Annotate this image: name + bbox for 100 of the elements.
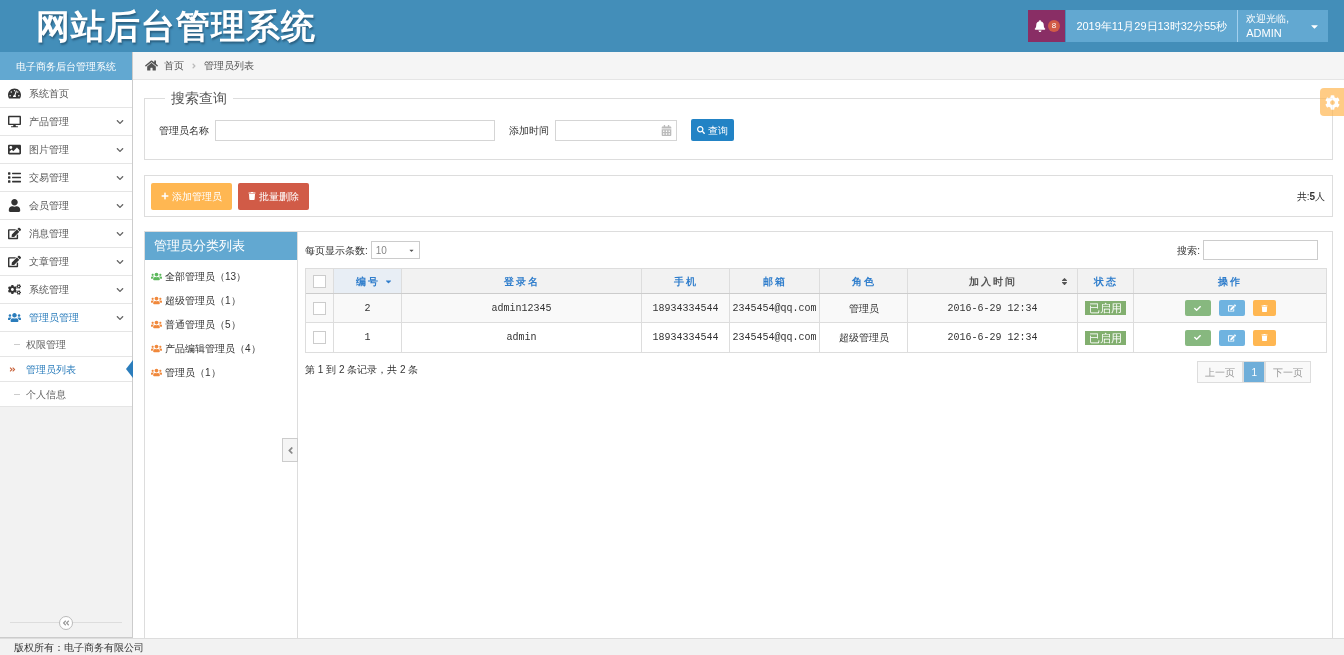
field-label: 添加时间 — [509, 123, 549, 138]
date-field[interactable] — [555, 119, 677, 141]
image-icon — [8, 143, 21, 156]
chevron-icon — [116, 285, 124, 294]
plus-icon — [161, 192, 169, 200]
table-cell: 2 — [334, 294, 402, 322]
text-field[interactable] — [215, 119, 495, 141]
submenu-item[interactable]: 管理员列表 — [0, 357, 132, 382]
checkbox[interactable] — [313, 274, 326, 288]
column-header[interactable]: 加入时间 — [908, 269, 1078, 293]
table-cell: 超级管理员 — [820, 323, 908, 352]
chevron-icon — [116, 117, 124, 126]
sidebar-item[interactable]: 交易管理 — [0, 164, 132, 192]
category-header: 管理员分类列表 — [145, 232, 297, 260]
column-header[interactable]: 操作 — [1134, 269, 1326, 293]
category-item[interactable]: 管理员（1） — [145, 360, 297, 384]
column-header[interactable]: 手机 — [642, 269, 730, 293]
column-header[interactable]: 邮箱 — [730, 269, 820, 293]
edit-button[interactable] — [1218, 300, 1245, 316]
bell-icon — [1033, 20, 1046, 32]
column-header[interactable]: 状态 — [1078, 269, 1134, 293]
current-datetime: 2019年11月29日13时32分55秒 — [1066, 10, 1238, 42]
category-item[interactable]: 超级管理员（1） — [145, 288, 297, 312]
separator-icon — [190, 61, 198, 70]
notification-button[interactable]: 8 — [1028, 10, 1066, 42]
breadcrumb-link[interactable]: 管理员列表 — [204, 58, 254, 73]
trash-icon — [248, 192, 256, 200]
table-search-field[interactable] — [1203, 240, 1318, 260]
table-cell: 2016-6-29 12:34 — [908, 323, 1078, 352]
category-item[interactable]: 普通管理员（5） — [145, 312, 297, 336]
sidebar-item[interactable]: 系统首页 — [0, 80, 132, 108]
table-cell: 2345454@qq.com — [730, 294, 820, 322]
field-label: 管理员名称 — [159, 123, 209, 138]
sidebar-item[interactable]: 会员管理 — [0, 192, 132, 220]
table-cell: 2016-6-29 12:34 — [908, 294, 1078, 322]
user-icon — [8, 199, 21, 212]
chevron-icon — [116, 201, 124, 210]
trash-icon — [1260, 334, 1268, 341]
breadcrumb-link[interactable]: 首页 — [164, 58, 184, 73]
sidebar-item[interactable]: 文章管理 — [0, 248, 132, 276]
edit-icon — [1227, 333, 1236, 342]
edit-icon — [8, 227, 21, 240]
user-name: ADMIN — [1246, 26, 1283, 40]
page-size-select[interactable]: 10 — [370, 241, 420, 259]
collapse-sidebar-button[interactable] — [59, 615, 73, 630]
sidebar-item[interactable]: 产品管理 — [0, 108, 132, 136]
total-count: 共:5人 — [1296, 189, 1325, 204]
home-icon — [145, 59, 158, 72]
edit-button[interactable] — [1218, 329, 1245, 346]
sort-icon — [1060, 276, 1069, 286]
sidebar-item[interactable]: 消息管理 — [0, 220, 132, 248]
submenu-item[interactable]: 个人信息 — [0, 382, 132, 407]
enable-button[interactable] — [1184, 300, 1211, 316]
delete-button[interactable] — [1252, 300, 1276, 316]
gears-icon — [8, 283, 21, 296]
table-cell: 18934334544 — [642, 323, 730, 352]
users-icon — [8, 311, 21, 324]
delete-button[interactable] — [1252, 329, 1276, 346]
category-item[interactable]: 产品编辑管理员（4） — [145, 336, 297, 360]
site-title: 网站后台管理系统 — [36, 4, 316, 48]
sidebar-item[interactable]: 管理员管理 — [0, 304, 132, 332]
category-item[interactable]: 全部管理员（13） — [145, 264, 297, 288]
calendar-icon — [661, 124, 672, 136]
search-label: 搜索: — [1177, 243, 1200, 258]
page-size-label: 每页显示条数: — [305, 243, 368, 258]
chevron-icon — [116, 229, 124, 238]
enable-button[interactable] — [1184, 329, 1211, 346]
chevron-icon — [116, 145, 124, 154]
sidebar-item[interactable]: 系统管理 — [0, 276, 132, 304]
trash-icon — [1260, 304, 1268, 312]
settings-icon — [1324, 94, 1340, 110]
status-badge: 已启用 — [1085, 301, 1126, 315]
panel-legend: 搜索查询 — [165, 88, 233, 109]
table-cell: 2345454@qq.com — [730, 323, 820, 352]
search-icon — [697, 126, 705, 134]
search-button[interactable]: 查询 — [691, 119, 734, 141]
submenu-item[interactable]: 权限管理 — [0, 332, 132, 357]
sidebar-item[interactable]: 图片管理 — [0, 136, 132, 164]
active-marker-icon — [9, 365, 16, 373]
check-icon — [1194, 304, 1201, 312]
table-cell: 1 — [334, 323, 402, 352]
batch-delete-button[interactable]: 批量删除 — [238, 182, 309, 210]
collapse-panel-button[interactable] — [282, 438, 298, 462]
welcome-text: 欢迎光临, — [1246, 12, 1289, 26]
edit-icon — [8, 255, 21, 268]
table-cell: admin12345 — [402, 294, 642, 322]
status-badge: 已启用 — [1085, 330, 1126, 345]
table-cell: 管理员 — [820, 294, 908, 322]
chevron-icon — [116, 173, 124, 182]
notification-count: 8 — [1047, 20, 1060, 32]
column-header[interactable]: 编号 — [334, 269, 402, 293]
settings-button[interactable] — [1320, 88, 1344, 116]
chevron-icon — [116, 257, 124, 266]
edit-icon — [1227, 304, 1236, 312]
checkbox[interactable] — [313, 331, 326, 344]
column-header[interactable]: 角色 — [820, 269, 908, 293]
checkbox[interactable] — [313, 301, 326, 315]
dashboard-icon — [8, 87, 21, 100]
column-header[interactable]: 登录名 — [402, 269, 642, 293]
double-left-icon — [62, 618, 70, 627]
